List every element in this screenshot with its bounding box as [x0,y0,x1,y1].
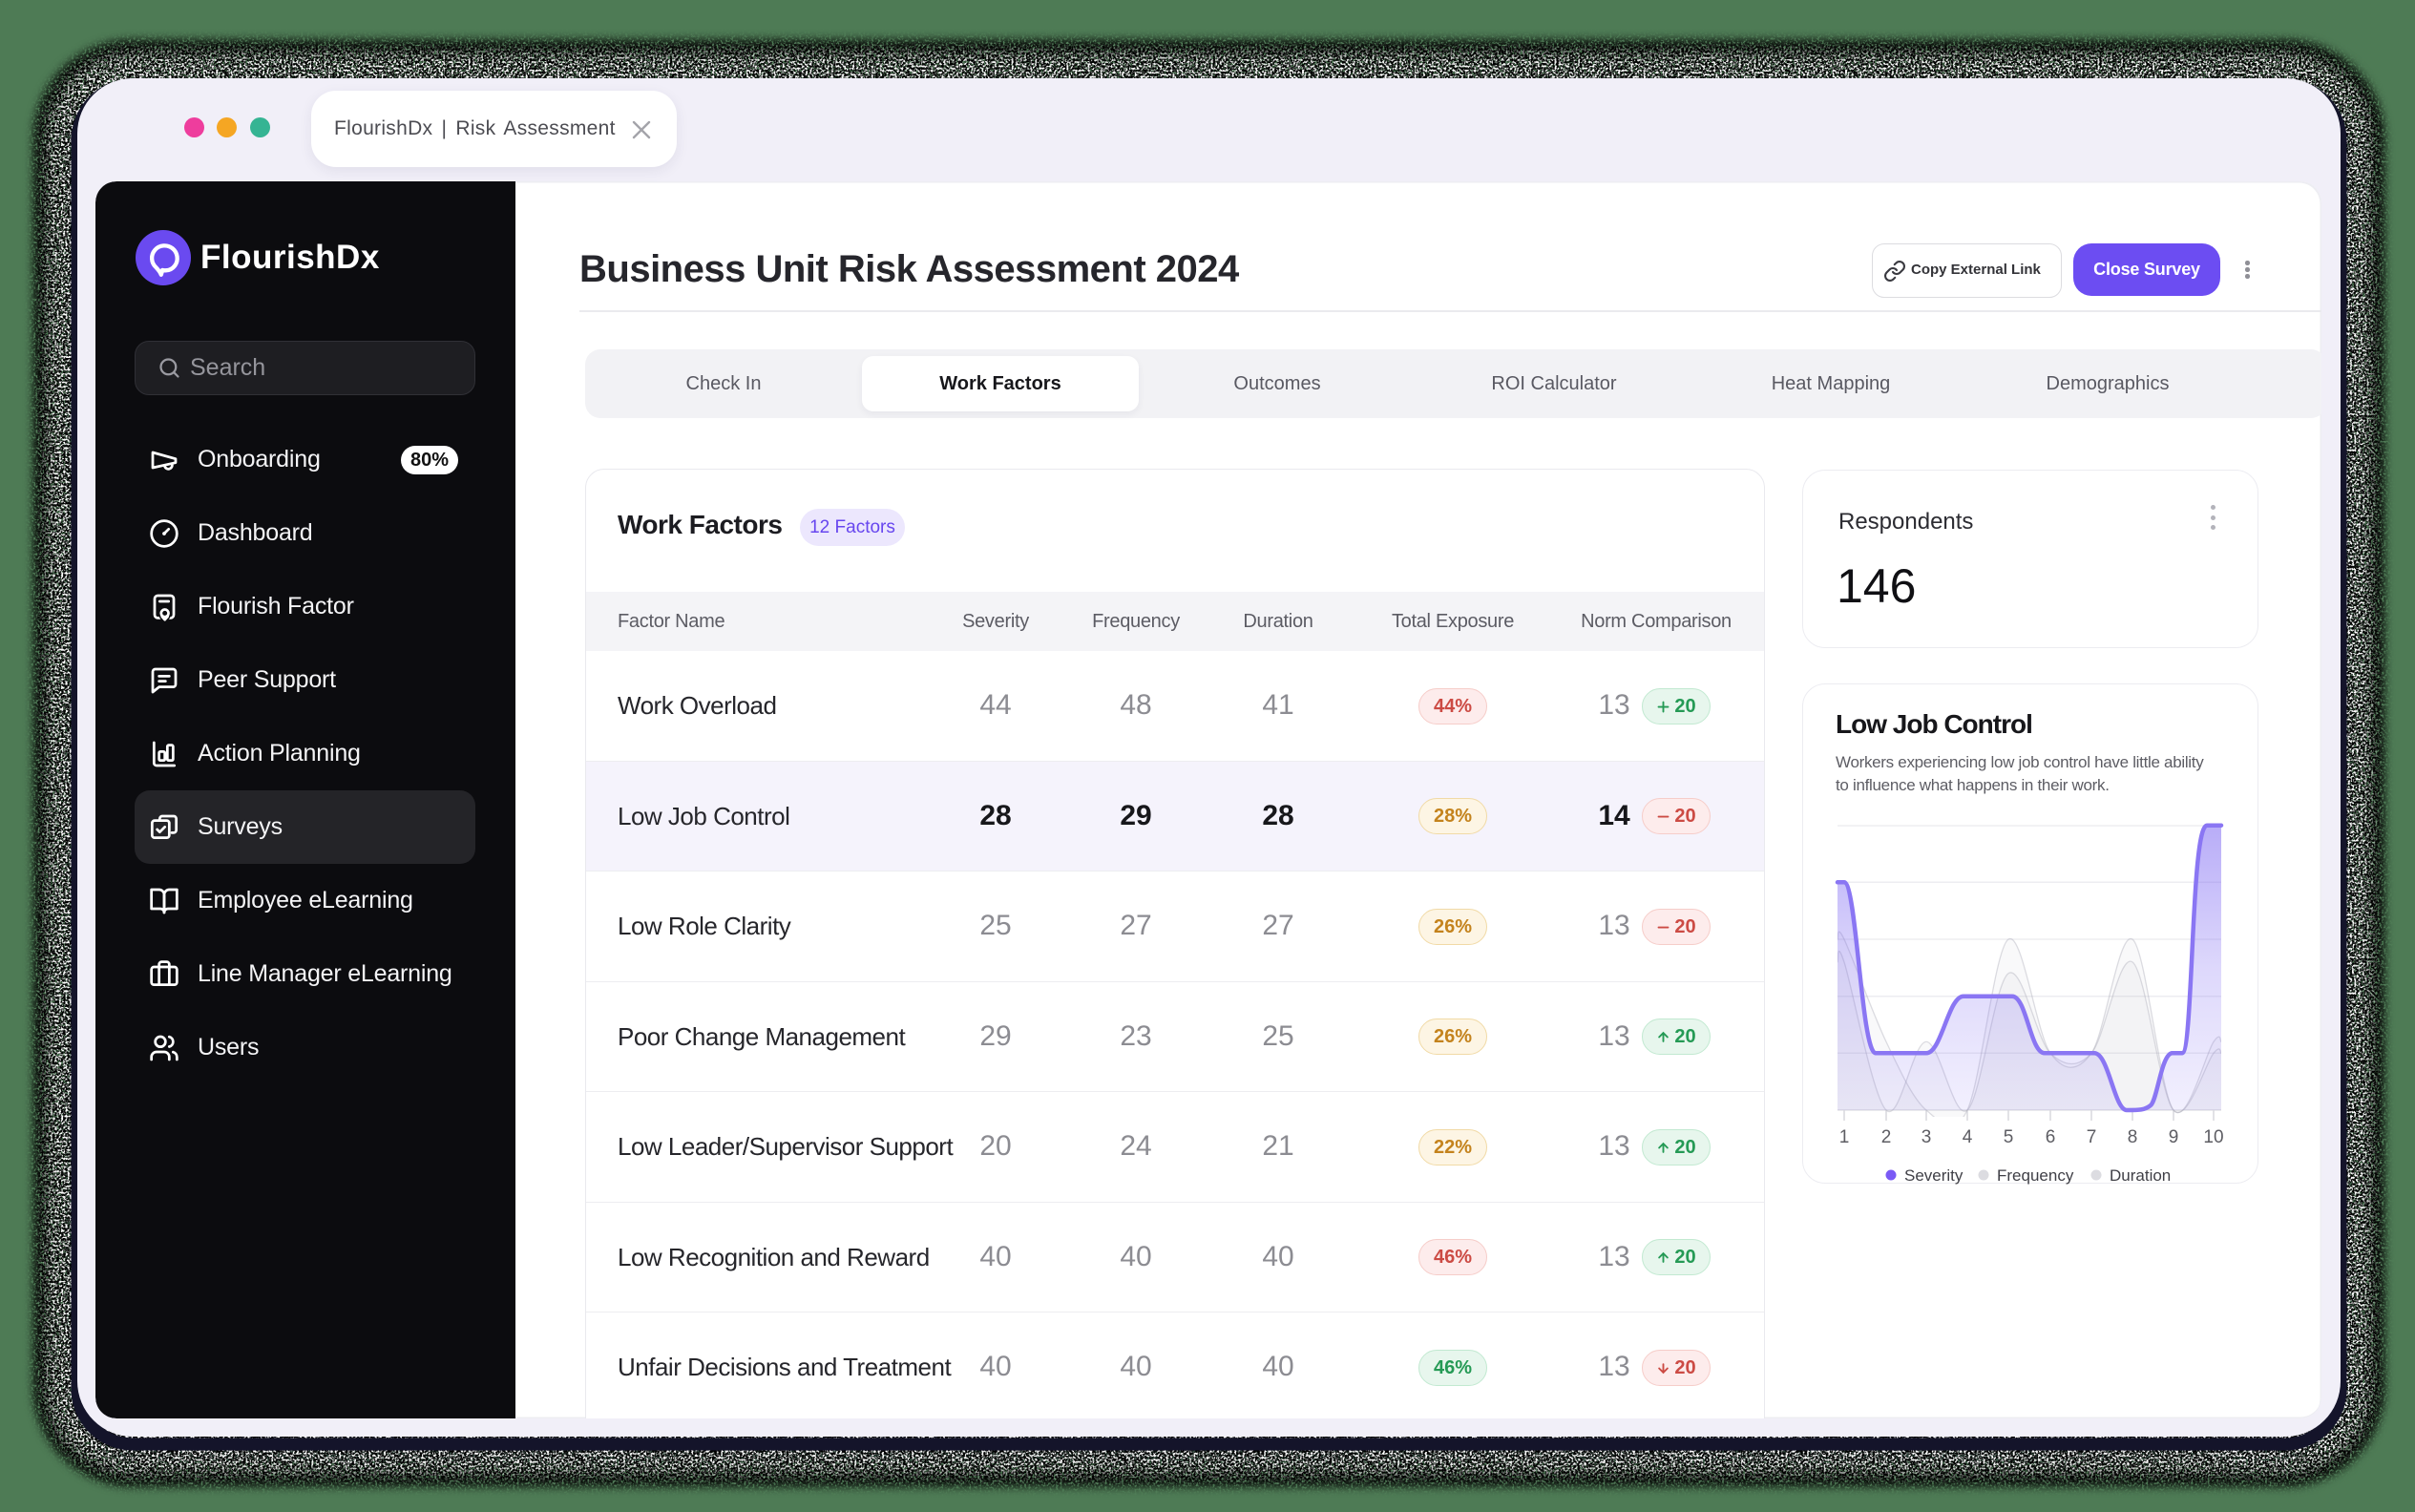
svg-text:1: 1 [1839,1127,1850,1147]
svg-text:Severity: Severity [1904,1166,1964,1185]
svg-text:Duration: Duration [2110,1166,2171,1185]
svg-text:9: 9 [2169,1127,2179,1147]
svg-text:10: 10 [2203,1127,2223,1147]
svg-text:2: 2 [1881,1127,1892,1147]
svg-text:8: 8 [2128,1127,2138,1147]
svg-text:Frequency: Frequency [1997,1166,2074,1185]
svg-text:6: 6 [2046,1127,2056,1147]
svg-text:3: 3 [1922,1127,1932,1147]
svg-text:7: 7 [2087,1127,2097,1147]
svg-text:5: 5 [2004,1127,2014,1147]
svg-text:4: 4 [1963,1127,1973,1147]
